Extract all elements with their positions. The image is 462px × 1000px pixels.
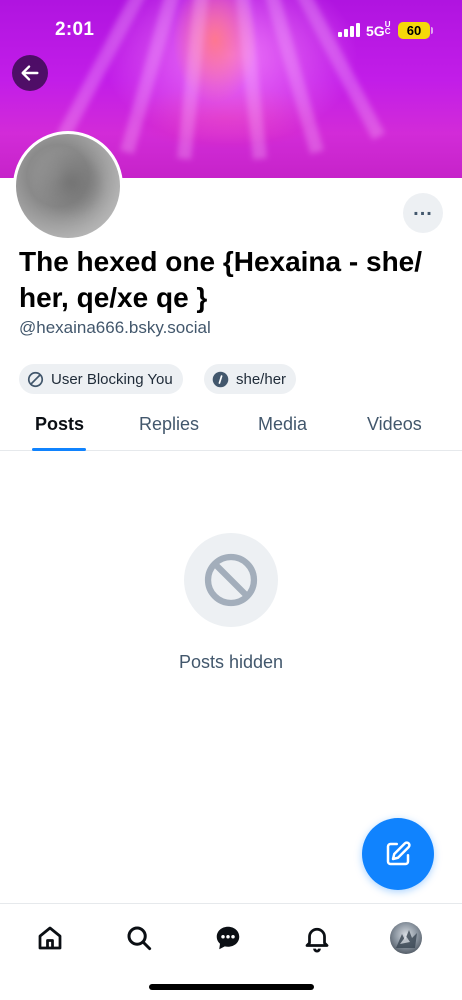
pronouns-badge-label: she/her [236, 370, 287, 388]
compose-post-button[interactable] [362, 818, 434, 890]
posts-hidden-icon-container [184, 533, 278, 627]
status-bar: 2:01 5GUC 60 [0, 0, 462, 60]
nav-profile[interactable] [388, 920, 424, 956]
blocking-badge-label: User Blocking You [51, 370, 173, 388]
nav-notifications[interactable] [299, 920, 335, 956]
nav-search[interactable] [121, 920, 157, 956]
search-icon [127, 926, 152, 951]
chat-icon [216, 926, 240, 950]
info-icon [212, 371, 229, 388]
profile-avatar[interactable] [13, 131, 123, 241]
status-time: 2:01 [55, 19, 95, 40]
block-icon [204, 553, 258, 607]
profile-display-name: The hexed one {Hexaina - she/ her, qe/xe… [19, 246, 423, 313]
pronouns-badge: she/her [204, 364, 297, 394]
profile-handle: @hexaina666.bsky.social [19, 318, 211, 337]
signal-icon [338, 23, 362, 37]
tab-media[interactable]: Media [258, 414, 307, 435]
tab-posts[interactable]: Posts [35, 414, 84, 435]
profile-tabs: Posts Replies Media Videos [0, 404, 462, 451]
battery-cap [431, 27, 433, 34]
home-icon [38, 926, 62, 950]
arrow-left-icon [21, 65, 39, 81]
nav-home[interactable] [32, 920, 68, 956]
posts-hidden-message: Posts hidden [178, 652, 284, 672]
block-icon [27, 371, 44, 388]
tab-replies[interactable]: Replies [139, 414, 199, 435]
avatar [390, 922, 422, 954]
back-button[interactable] [12, 55, 48, 91]
nav-messages[interactable] [210, 920, 246, 956]
network-label: 5GUC [366, 20, 391, 40]
compose-icon [386, 841, 411, 866]
active-tab-indicator [32, 448, 86, 451]
more-options-button[interactable]: ... [403, 193, 443, 233]
ellipsis-icon: ... [413, 198, 433, 220]
bell-icon [305, 927, 329, 953]
battery-level: 60 [398, 22, 430, 39]
tab-videos[interactable]: Videos [367, 414, 422, 435]
blocking-badge[interactable]: User Blocking You [19, 364, 183, 394]
home-indicator [149, 984, 314, 990]
